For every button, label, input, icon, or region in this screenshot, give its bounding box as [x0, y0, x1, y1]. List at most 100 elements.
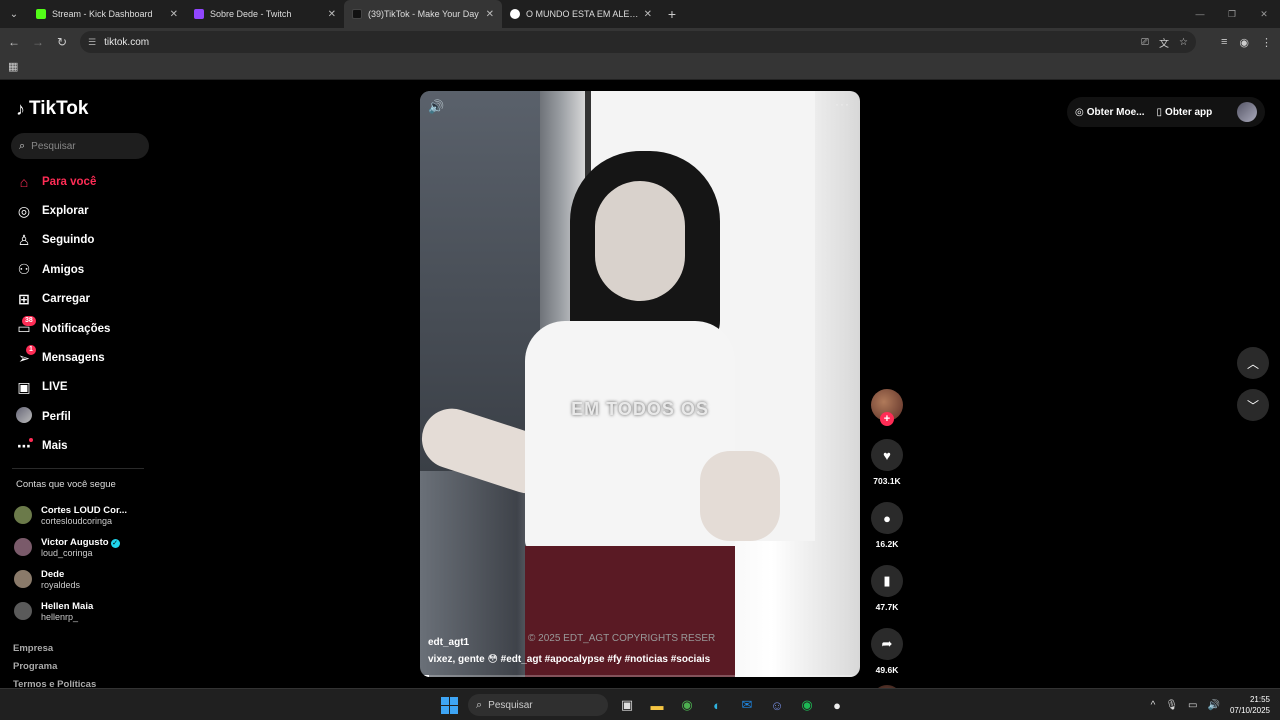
- sidebar-item-label: Para você: [42, 175, 97, 188]
- tab-tiktok[interactable]: (39)TikTok - Make Your Day ✕: [344, 0, 502, 28]
- tab-search-icon[interactable]: ⌄: [0, 0, 28, 28]
- close-tab-icon[interactable]: ✕: [644, 9, 652, 20]
- tab-twitch[interactable]: Sobre Dede - Twitch ✕: [186, 0, 344, 28]
- heart-icon[interactable]: ♥: [871, 439, 903, 471]
- sidebar-item-notificacoes[interactable]: ▭ 38 Notificações: [14, 314, 154, 343]
- comment-action[interactable]: ● 16.2K: [869, 502, 905, 549]
- get-coins-button[interactable]: ◎ Obter Moe...: [1075, 107, 1145, 118]
- more-dot-indicator: [29, 437, 33, 442]
- verified-badge-icon: ✓: [110, 538, 120, 548]
- tray-overflow-icon[interactable]: ^: [1151, 700, 1156, 711]
- comment-count: 16.2K: [875, 539, 899, 549]
- speaker-icon[interactable]: 🔊: [1208, 700, 1220, 711]
- share-action[interactable]: ➦ 49.6K: [869, 628, 905, 675]
- apps-grid-icon[interactable]: ▦: [8, 60, 18, 73]
- spotify-icon[interactable]: ◉: [796, 694, 818, 716]
- following-account[interactable]: Hellen Maia hellenrp_: [14, 595, 154, 627]
- following-account[interactable]: Cortes LOUD Cor... cortesloudcoringa: [14, 499, 154, 531]
- account-handle: royaldeds: [41, 579, 81, 590]
- display-icon[interactable]: ▭: [1188, 700, 1197, 711]
- chrome-icon[interactable]: ◉: [676, 694, 698, 716]
- volume-icon[interactable]: 🔊: [428, 99, 444, 115]
- browser-menu-icon[interactable]: ⋮: [1261, 36, 1272, 49]
- microphone-icon[interactable]: 🎙: [1165, 700, 1178, 711]
- install-app-icon[interactable]: ⎚: [1141, 37, 1149, 48]
- phone-icon: ▯: [1156, 106, 1163, 118]
- video-caption-overlay: EM TODOS OS: [571, 399, 709, 419]
- profile-icon[interactable]: ◉: [1239, 36, 1249, 49]
- account-avatar: [14, 602, 32, 620]
- sidebar-item-carregar[interactable]: ⊞ Carregar: [14, 285, 154, 314]
- follow-plus-icon[interactable]: +: [880, 412, 894, 426]
- user-avatar[interactable]: [1237, 102, 1257, 122]
- outlook-icon[interactable]: ✉: [736, 694, 758, 716]
- close-tab-icon[interactable]: ✕: [328, 9, 336, 20]
- system-tray: ^ 🎙 ▭ 🔊 21:55 07/10/2025: [1151, 693, 1270, 717]
- video-player[interactable]: EM TODOS OS 🔊 ··· © 2025 EDT_AGT COPYRIG…: [420, 91, 860, 677]
- close-tab-icon[interactable]: ✕: [170, 9, 178, 20]
- sidebar-item-amigos[interactable]: ⚇ Amigos: [14, 255, 154, 284]
- following-account[interactable]: Dede royaldeds: [14, 563, 154, 595]
- tiktok-logo[interactable]: ♪ TikTok: [16, 98, 88, 120]
- bookmark-star-icon[interactable]: ☆: [1179, 37, 1188, 48]
- top-right-actions: ◎ Obter Moe... ▯ Obter app: [1067, 97, 1265, 127]
- search-box[interactable]: ⌕: [11, 133, 149, 159]
- task-view-icon[interactable]: ▣: [616, 694, 638, 716]
- save-action[interactable]: ▮ 47.7K: [869, 565, 905, 612]
- reload-icon[interactable]: ↻: [50, 35, 74, 49]
- friends-icon: ⚇: [17, 261, 31, 278]
- brand-name: TikTok: [29, 98, 89, 119]
- video-more-options-icon[interactable]: ···: [835, 97, 850, 111]
- search-icon: ⌕: [476, 698, 483, 711]
- windows-logo-icon: [440, 696, 458, 714]
- close-window-icon[interactable]: ✕: [1248, 0, 1280, 28]
- site-info-icon[interactable]: ☰: [88, 37, 96, 48]
- footer-link-empresa[interactable]: Empresa: [13, 643, 96, 661]
- sidebar-item-mais[interactable]: ⋯ Mais: [14, 432, 154, 461]
- twitch-favicon-icon: [194, 9, 204, 19]
- translate-icon[interactable]: 文: [1159, 35, 1169, 50]
- previous-video-button[interactable]: ︿: [1237, 347, 1269, 379]
- footer-links: Empresa Programa Termos e Políticas: [13, 643, 96, 688]
- sidebar-item-live[interactable]: ▣ LIVE: [14, 373, 154, 402]
- media-controls-icon[interactable]: ≡: [1221, 36, 1227, 48]
- sidebar-item-para-voce[interactable]: ⌂ Para você: [14, 167, 154, 196]
- like-action[interactable]: ♥ 703.1K: [869, 439, 905, 486]
- sidebar-item-mensagens[interactable]: ➢ 1 Mensagens: [14, 343, 154, 372]
- tab-kick[interactable]: Stream - Kick Dashboard ✕: [28, 0, 186, 28]
- comment-icon[interactable]: ●: [871, 502, 903, 534]
- following-account[interactable]: Victor Augusto ✓ loud_coringa: [14, 531, 154, 563]
- edge-icon[interactable]: ◐: [706, 694, 728, 716]
- bookmark-icon[interactable]: ▮: [871, 565, 903, 597]
- address-bar[interactable]: ☰ tiktok.com ⎚ 文 ☆: [80, 31, 1196, 53]
- get-app-button[interactable]: ▯ Obter app: [1157, 107, 1213, 118]
- video-author[interactable]: edt_agt1: [428, 637, 469, 648]
- back-icon[interactable]: ←: [2, 35, 26, 49]
- start-button[interactable]: [438, 694, 460, 716]
- creator-avatar[interactable]: +: [871, 389, 903, 426]
- forward-icon[interactable]: →: [26, 35, 50, 49]
- tab-google[interactable]: O MUNDO ESTA EM ALERTA GL ✕: [502, 0, 660, 28]
- close-tab-icon[interactable]: ✕: [486, 9, 494, 20]
- clock[interactable]: 21:55 07/10/2025: [1230, 694, 1270, 716]
- sidebar-item-explorar[interactable]: ◎ Explorar: [14, 196, 154, 225]
- message-badge: 1: [26, 345, 36, 356]
- window-controls: — ❐ ✕: [1184, 0, 1280, 28]
- new-tab-button[interactable]: +: [660, 6, 684, 22]
- sidebar-item-seguindo[interactable]: ♙ Seguindo: [14, 226, 154, 255]
- video-progress-fill: [420, 675, 429, 677]
- obs-icon[interactable]: ●: [826, 694, 848, 716]
- next-video-button[interactable]: ﹀: [1237, 389, 1269, 421]
- restore-icon[interactable]: ❐: [1216, 0, 1248, 28]
- taskbar-search[interactable]: ⌕ Pesquisar: [468, 694, 608, 716]
- minimize-icon[interactable]: —: [1184, 0, 1216, 28]
- file-explorer-icon[interactable]: ▬: [646, 694, 668, 716]
- video-description[interactable]: vixez, gente 😳 #edt_agt #apocalypse #fy …: [428, 654, 710, 665]
- share-icon[interactable]: ➦: [871, 628, 903, 660]
- sidebar-item-perfil[interactable]: Perfil: [14, 402, 154, 431]
- video-progress-bar[interactable]: [420, 675, 860, 677]
- footer-link-termos[interactable]: Termos e Políticas: [13, 679, 96, 688]
- discord-icon[interactable]: ☺: [766, 694, 788, 716]
- footer-link-programa[interactable]: Programa: [13, 661, 96, 679]
- search-input[interactable]: [31, 140, 132, 152]
